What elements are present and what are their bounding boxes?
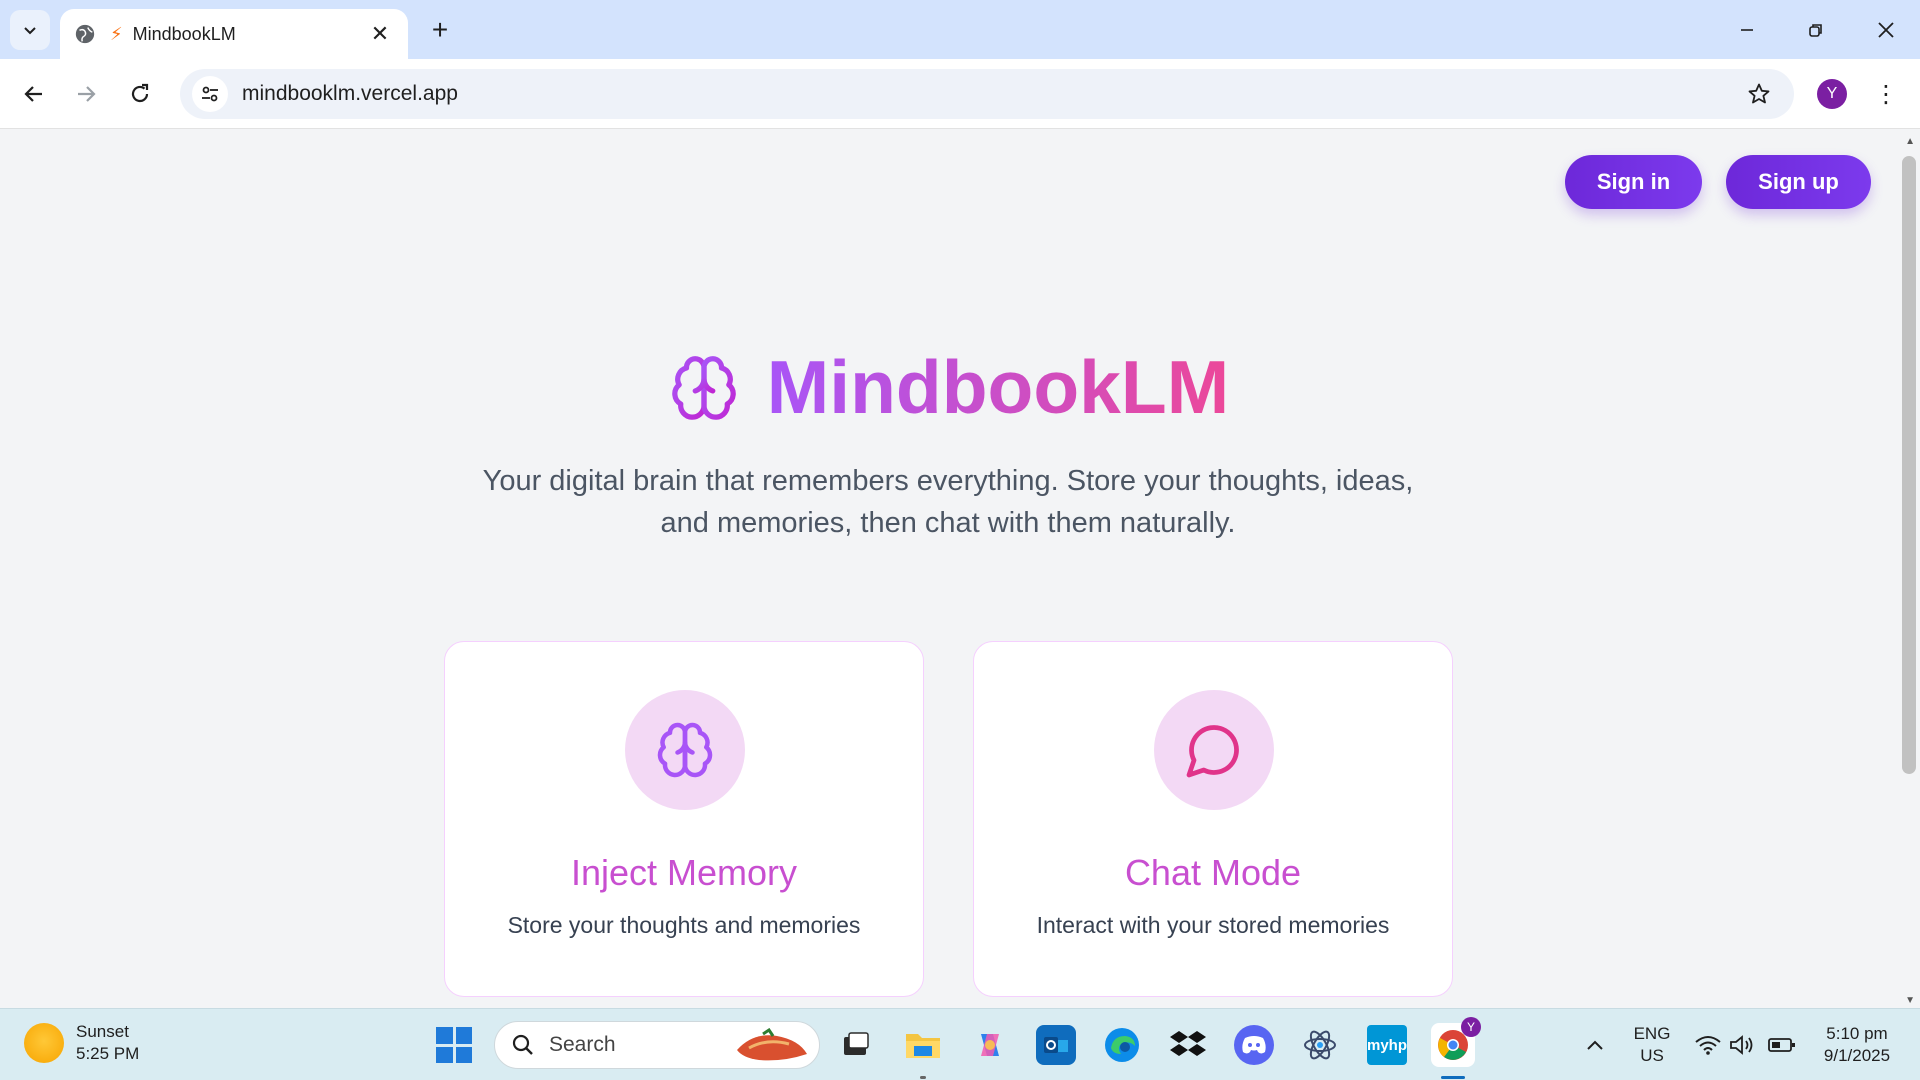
new-tab-button[interactable]: + [424, 14, 456, 46]
weather-label: Sunset [76, 1022, 129, 1041]
scroll-up-arrow-icon[interactable]: ▲ [1905, 136, 1915, 147]
weather-time: 5:25 PM [76, 1044, 140, 1063]
more-menu-icon[interactable]: ⋮ [1870, 77, 1902, 111]
chat-mode-card[interactable]: Chat Mode Interact with your stored memo… [973, 641, 1453, 997]
show-hidden-icons-chevron-up-icon[interactable] [1575, 1025, 1615, 1065]
profile-avatar[interactable]: Y [1817, 79, 1847, 109]
search-highlight-illustration-icon [737, 1028, 807, 1061]
hero-heading: MindbookLM [0, 350, 1898, 425]
battery-icon[interactable] [1762, 1025, 1802, 1065]
clock-time: 5:10 pm [1826, 1024, 1888, 1043]
restore-button[interactable] [1792, 10, 1840, 50]
minimize-button[interactable] [1723, 10, 1771, 50]
clock-date: 9/1/2025 [1823, 1046, 1891, 1065]
language-indicator[interactable]: ENG US [1628, 1023, 1676, 1067]
globe-icon [75, 24, 95, 44]
inject-memory-card[interactable]: Inject Memory Store your thoughts and me… [444, 641, 924, 997]
scroll-down-arrow-icon[interactable]: ▼ [1905, 995, 1915, 1006]
search-icon [512, 1034, 533, 1055]
page-viewport: Sign in Sign up MindbookLM Your digital … [0, 130, 1920, 1008]
lightning-favicon-icon: ⚡ [110, 23, 123, 44]
brand-title: MindbookLM [766, 345, 1230, 429]
card-description: Interact with your stored memories [1036, 912, 1390, 938]
card-description: Store your thoughts and memories [507, 912, 861, 938]
address-bar[interactable]: mindbooklm.vercel.app [180, 69, 1794, 119]
windows-start-icon[interactable] [436, 1027, 472, 1063]
atom-app-icon[interactable] [1300, 1025, 1340, 1065]
card-icon-circle [1154, 690, 1274, 810]
forward-button[interactable] [66, 74, 106, 114]
region-code: US [1640, 1046, 1664, 1065]
star-icon [1748, 83, 1770, 104]
weather-widget[interactable]: Sunset 5:25 PM [24, 1021, 139, 1065]
tagline-line-1: Your digital brain that remembers everyt… [482, 465, 1414, 497]
restore-icon [1809, 24, 1822, 37]
browser-toolbar: mindbooklm.vercel.app Y ⋮ [0, 59, 1920, 129]
windows-taskbar: Sunset 5:25 PM Search myhp Y ENG US 5:10… [0, 1008, 1920, 1080]
arrow-left-icon [24, 86, 42, 102]
url-text[interactable]: mindbooklm.vercel.app [242, 82, 1744, 106]
dropbox-icon[interactable] [1168, 1025, 1208, 1065]
page-scrollbar[interactable]: ▲ ▼ [1898, 130, 1920, 1008]
discord-icon[interactable] [1234, 1025, 1274, 1065]
minimize-icon [1741, 29, 1753, 31]
tab-search-button[interactable] [10, 10, 50, 50]
browser-tab-bar: ⚡ MindbookLM ✕ + [0, 0, 1920, 59]
sign-up-button[interactable]: Sign up [1726, 155, 1871, 209]
myhp-icon[interactable]: myhp [1367, 1025, 1407, 1065]
scrollbar-thumb[interactable] [1902, 156, 1916, 774]
reload-button[interactable] [120, 74, 160, 114]
tune-icon [202, 86, 218, 102]
card-title: Chat Mode [1124, 852, 1302, 893]
language-code: ENG [1633, 1024, 1671, 1043]
task-view-icon[interactable] [836, 1025, 876, 1065]
volume-icon[interactable] [1722, 1025, 1762, 1065]
close-icon [1878, 22, 1894, 38]
chrome-browser-icon[interactable]: Y [1431, 1017, 1481, 1067]
chevron-down-icon [24, 27, 36, 35]
tab-title: MindbookLM [132, 23, 236, 44]
card-title: Inject Memory [570, 852, 798, 893]
browser-tab-active[interactable]: ⚡ MindbookLM ✕ [60, 9, 408, 59]
system-clock[interactable]: 5:10 pm 9/1/2025 [1810, 1023, 1904, 1067]
sign-in-button[interactable]: Sign in [1565, 155, 1702, 209]
file-explorer-icon[interactable] [903, 1025, 943, 1065]
copilot-icon[interactable] [970, 1025, 1010, 1065]
taskbar-search-box[interactable]: Search [494, 1021, 820, 1069]
tagline: Your digital brain that remembers everyt… [450, 460, 1446, 544]
back-button[interactable] [14, 74, 54, 114]
sunset-weather-icon [24, 1023, 64, 1063]
arrow-right-icon [78, 86, 96, 102]
brain-icon [657, 722, 713, 778]
tab-close-icon[interactable]: ✕ [366, 20, 394, 48]
close-window-button[interactable] [1862, 10, 1910, 50]
search-placeholder: Search [549, 1033, 616, 1056]
explorer-running-indicator [920, 1076, 926, 1079]
chrome-running-indicator [1441, 1076, 1465, 1079]
reload-icon [131, 83, 149, 103]
chrome-profile-badge: Y [1461, 1017, 1481, 1037]
card-icon-circle [625, 690, 745, 810]
bookmark-button[interactable] [1744, 79, 1774, 109]
edge-browser-icon[interactable] [1102, 1025, 1142, 1065]
site-info-button[interactable] [192, 76, 228, 112]
chat-bubble-icon [1186, 725, 1239, 778]
tagline-line-2: and memories, then chat with them natura… [660, 507, 1236, 539]
brain-icon [672, 355, 736, 420]
outlook-icon[interactable] [1036, 1025, 1076, 1065]
